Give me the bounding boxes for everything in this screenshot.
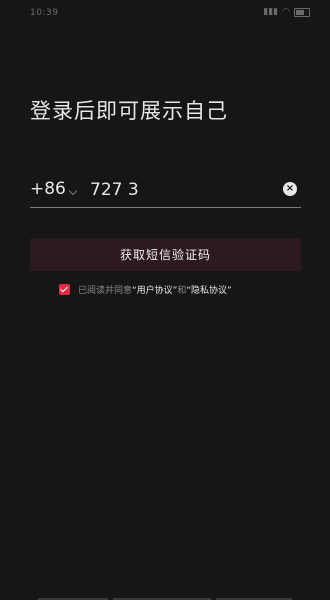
login-screen: 10:39 ▮▮▮ ◠ 登录后即可展示自己 +86 × 获取短信验证码 已阅读并… [0, 0, 330, 600]
status-icons: ▮▮▮ ◠ [263, 7, 310, 17]
status-bar: 10:39 ▮▮▮ ◠ [0, 0, 330, 26]
agreement-prefix: 已阅读并同意 [78, 286, 133, 296]
battery-icon [294, 7, 310, 17]
user-agreement-link[interactable]: “用户协议” [132, 283, 177, 296]
privacy-policy-link[interactable]: “隐私协议” [186, 283, 231, 296]
page-title: 登录后即可展示自己 [30, 99, 228, 124]
get-sms-code-button[interactable]: 获取短信验证码 [30, 238, 301, 271]
country-code-selector[interactable]: +86 [30, 179, 66, 199]
agreement-checkbox[interactable] [59, 284, 70, 295]
agreement-and: 和 [177, 286, 187, 296]
clear-icon[interactable]: × [283, 182, 297, 196]
phone-input-row: +86 × [30, 176, 301, 208]
chevron-down-icon[interactable] [68, 186, 78, 196]
wifi-icon: ◠ [282, 7, 290, 17]
phone-number-input[interactable] [90, 177, 270, 203]
status-time: 10:39 [30, 8, 59, 18]
agreement-row: 已阅读并同意 “用户协议” 和 “隐私协议” [59, 283, 232, 296]
signal-icon: ▮▮▮ [263, 7, 279, 17]
